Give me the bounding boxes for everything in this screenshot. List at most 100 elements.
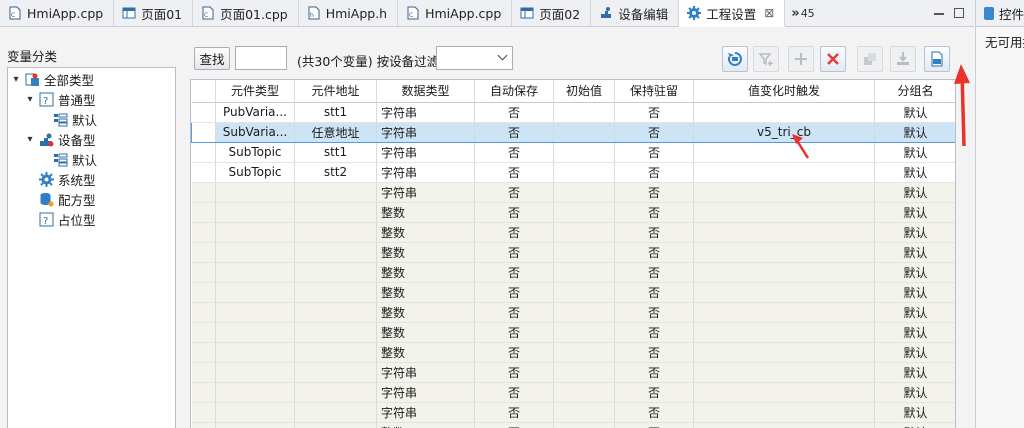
tree-node-system-type[interactable]: 系统型: [39, 169, 96, 189]
cell-on-change-trigger[interactable]: [693, 202, 875, 223]
cell-keep-resident[interactable]: 否: [614, 162, 694, 183]
table-row[interactable]: SubVaria... 任意地址 字符串否否 v5_tri_cb 默认: [191, 121, 955, 143]
refresh-button[interactable]: [722, 46, 748, 72]
add-button[interactable]: [788, 46, 814, 72]
tab-project-settings[interactable]: 工程设置 ⊠: [679, 0, 786, 27]
cell-element-type[interactable]: [215, 382, 295, 403]
cell-element-type[interactable]: SubTopic: [215, 142, 295, 163]
cell-auto-save[interactable]: 否: [474, 302, 554, 323]
cell-row-handle[interactable]: [191, 362, 216, 383]
cell-initial-value[interactable]: [553, 162, 615, 183]
cell-data-type[interactable]: 字符串: [376, 402, 475, 423]
cell-data-type[interactable]: 整数: [376, 202, 475, 223]
column-header-data-type[interactable]: 数据类型: [376, 80, 475, 103]
cell-element-address[interactable]: stt2: [294, 162, 377, 183]
cell-on-change-trigger[interactable]: [693, 382, 875, 403]
cell-group-name[interactable]: 默认: [874, 222, 955, 243]
table-row[interactable]: SubTopic stt2 字符串否否默认: [191, 162, 955, 183]
cell-auto-save[interactable]: 否: [474, 322, 554, 343]
cell-data-type[interactable]: 整数: [376, 342, 475, 363]
cell-element-address[interactable]: stt1: [294, 142, 377, 163]
table-row[interactable]: 字符串否否默认: [191, 182, 955, 203]
column-header-on-change-trigger[interactable]: 值变化时触发: [693, 80, 875, 103]
cell-on-change-trigger[interactable]: [693, 242, 875, 263]
cell-group-name[interactable]: 默认: [874, 162, 955, 183]
cell-element-type[interactable]: [215, 262, 295, 283]
table-row[interactable]: 整数否否默认: [191, 422, 955, 428]
cell-keep-resident[interactable]: 否: [614, 242, 694, 263]
cell-initial-value[interactable]: [553, 262, 615, 283]
table-row[interactable]: 整数否否默认: [191, 282, 955, 303]
cell-auto-save[interactable]: 否: [474, 362, 554, 383]
cell-keep-resident[interactable]: 否: [614, 422, 694, 428]
chevron-down-icon[interactable]: ▾: [25, 94, 35, 105]
cell-group-name[interactable]: 默认: [874, 242, 955, 263]
cell-auto-save[interactable]: 否: [474, 162, 554, 183]
cell-auto-save[interactable]: 否: [474, 342, 554, 363]
cell-auto-save[interactable]: 否: [474, 382, 554, 403]
table-row[interactable]: 整数否否默认: [191, 242, 955, 263]
cell-row-handle[interactable]: [191, 202, 216, 223]
cell-row-handle[interactable]: [191, 262, 216, 283]
minimize-icon[interactable]: [934, 13, 944, 15]
cell-initial-value[interactable]: [553, 302, 615, 323]
cell-on-change-trigger[interactable]: [693, 162, 875, 183]
cell-group-name[interactable]: 默认: [874, 382, 955, 403]
close-icon[interactable]: ⊠: [764, 6, 774, 20]
cell-on-change-trigger[interactable]: [693, 142, 875, 163]
cell-row-handle[interactable]: [191, 422, 216, 428]
maximize-icon[interactable]: [954, 8, 964, 18]
cell-auto-save[interactable]: 否: [474, 262, 554, 283]
cell-initial-value[interactable]: [553, 222, 615, 243]
cell-data-type[interactable]: 整数: [376, 322, 475, 343]
cell-element-type[interactable]: PubVaria...: [215, 102, 295, 123]
cell-initial-value[interactable]: [553, 242, 615, 263]
cell-element-address[interactable]: [294, 242, 377, 263]
table-row[interactable]: 整数否否默认: [191, 322, 955, 343]
cell-auto-save[interactable]: 否: [474, 121, 554, 143]
chevron-down-icon[interactable]: ▾: [11, 74, 21, 85]
cell-keep-resident[interactable]: 否: [614, 282, 694, 303]
column-header-element-address[interactable]: 元件地址: [294, 80, 377, 103]
cell-initial-value[interactable]: [553, 142, 615, 163]
cell-element-address[interactable]: [294, 202, 377, 223]
cell-row-handle[interactable]: [191, 322, 216, 343]
cell-row-handle[interactable]: [191, 182, 216, 203]
device-filter-select[interactable]: [436, 46, 513, 70]
cell-element-type[interactable]: [215, 242, 295, 263]
cell-auto-save[interactable]: 否: [474, 402, 554, 423]
cell-on-change-trigger[interactable]: [693, 402, 875, 423]
cell-auto-save[interactable]: 否: [474, 242, 554, 263]
cell-on-change-trigger[interactable]: [693, 422, 875, 428]
cell-initial-value[interactable]: [553, 422, 615, 428]
tab-overflow-button[interactable]: » 45: [785, 0, 820, 26]
cell-row-handle[interactable]: [191, 402, 216, 423]
cell-element-address[interactable]: [294, 382, 377, 403]
table-row[interactable]: 字符串否否默认: [191, 402, 955, 423]
cell-group-name[interactable]: 默认: [874, 102, 955, 123]
cell-element-address[interactable]: [294, 422, 377, 428]
column-header-element-type[interactable]: 元件类型: [215, 80, 295, 103]
cell-initial-value[interactable]: [553, 121, 615, 143]
cell-on-change-trigger[interactable]: [693, 262, 875, 283]
cell-keep-resident[interactable]: 否: [614, 121, 694, 143]
cell-data-type[interactable]: 字符串: [376, 162, 475, 183]
cell-data-type[interactable]: 字符串: [376, 102, 475, 123]
cell-row-handle[interactable]: [191, 162, 216, 183]
cell-row-handle[interactable]: [191, 282, 216, 303]
cell-element-address[interactable]: [294, 402, 377, 423]
cell-element-type[interactable]: [215, 362, 295, 383]
cell-on-change-trigger[interactable]: [693, 102, 875, 123]
cell-element-address[interactable]: [294, 262, 377, 283]
cell-element-type[interactable]: [215, 202, 295, 223]
column-header-auto-save[interactable]: 自动保存: [474, 80, 554, 103]
cell-row-handle[interactable]: [191, 382, 216, 403]
table-row[interactable]: 字符串否否默认: [191, 362, 955, 383]
find-button[interactable]: 查找: [194, 47, 230, 70]
cell-keep-resident[interactable]: 否: [614, 102, 694, 123]
cell-element-address[interactable]: [294, 362, 377, 383]
tree-node-device-default[interactable]: 默认: [53, 149, 97, 169]
cell-initial-value[interactable]: [553, 342, 615, 363]
cell-data-type[interactable]: 字符串: [376, 142, 475, 163]
tab-hmiapp-h[interactable]: h HmiApp.h: [299, 0, 399, 26]
